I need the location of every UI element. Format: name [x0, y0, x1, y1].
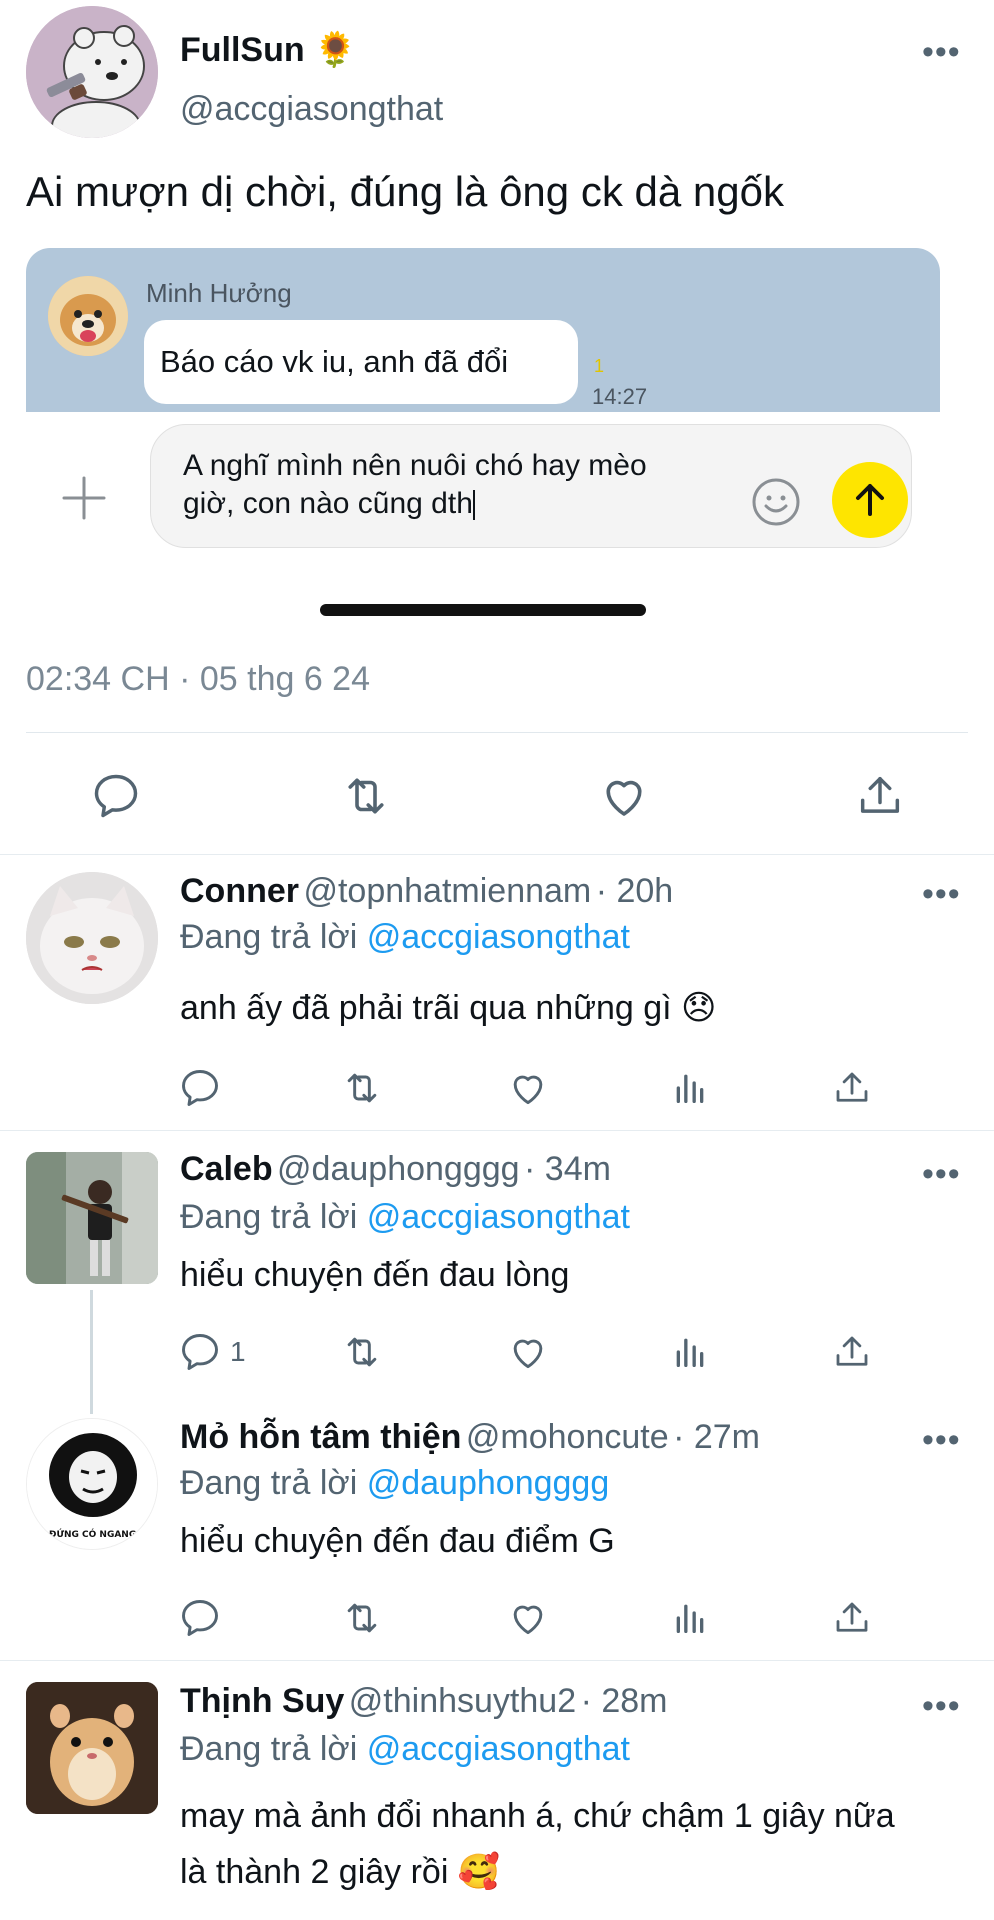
reply-text-line-2: là thành 2 giây rồi 🥰	[180, 1853, 501, 1891]
chat-message-bubble: Báo cáo vk iu, anh đã đổi	[144, 320, 578, 404]
reply-handle[interactable]: @topnhatmiennam	[303, 872, 591, 910]
reply-comment-icon[interactable]	[176, 1064, 224, 1112]
replying-to-handle[interactable]: @accgiasongthat	[367, 1730, 630, 1768]
reply-more-icon[interactable]: •••	[922, 1423, 961, 1457]
reply-text-line-1: may mà ảnh đổi nhanh á, chứ chậm 1 giây …	[180, 1797, 895, 1835]
reply-retweet-icon[interactable]	[338, 1328, 386, 1376]
replying-to-line: Đang trả lời @accgiasongthat	[180, 918, 630, 957]
reply-more-icon[interactable]: •••	[922, 877, 961, 911]
replying-to-label: Đang trả lời	[180, 1730, 358, 1768]
thread-connector-line	[90, 1290, 93, 1414]
reply-share-icon[interactable]	[828, 1064, 876, 1112]
reply-comment-icon[interactable]	[176, 1594, 224, 1642]
main-tweet-text: Ai mượn dị chời, đúng là ông ck dà ngốk	[26, 168, 784, 215]
chat-message-text: Báo cáo vk iu, anh đã đổi	[160, 344, 509, 379]
chat-message-time: 14:27	[592, 384, 648, 409]
timestamp-divider	[26, 732, 968, 733]
main-retweet-icon[interactable]	[336, 766, 396, 826]
main-tweet-display-name[interactable]: FullSun 🌻	[180, 30, 356, 70]
reply-header: Mỏ hỗn tâm thiện @mohoncute · 27m	[180, 1418, 760, 1457]
reply-header: Caleb @dauphongggg · 34m	[180, 1150, 611, 1189]
sunflower-emoji: 🌻	[314, 31, 357, 69]
display-name-text: FullSun	[180, 31, 305, 69]
reply-comment-icon[interactable]	[176, 1328, 224, 1376]
reply-text: may mà ảnh đổi nhanh á, chứ chậm 1 giây …	[180, 1788, 895, 1900]
reply-text: anh ấy đã phải trãi qua những gì 😞	[180, 989, 717, 1027]
reply-avatar-conner[interactable]	[26, 872, 158, 1004]
reply-handle[interactable]: @dauphongggg	[277, 1150, 520, 1188]
chat-sender-avatar	[48, 276, 128, 356]
replying-to-label: Đang trả lời	[180, 1198, 358, 1236]
reply-more-icon[interactable]: •••	[922, 1157, 961, 1191]
replying-to-line: Đang trả lời @accgiasongthat	[180, 1730, 630, 1769]
reply-display-name[interactable]: Mỏ hỗn tâm thiện	[180, 1418, 461, 1456]
send-arrow-button[interactable]	[832, 462, 908, 538]
main-tweet-handle[interactable]: @accgiasongthat	[180, 90, 443, 129]
main-reply-icon[interactable]	[86, 766, 146, 826]
reply-like-icon[interactable]	[504, 1064, 552, 1112]
reply-display-name[interactable]: Conner	[180, 872, 299, 910]
reply-retweet-icon[interactable]	[338, 1594, 386, 1642]
replying-to-line: Đang trả lời @accgiasongthat	[180, 1198, 630, 1237]
bear-avatar-image	[26, 6, 158, 138]
replying-to-label: Đang trả lời	[180, 1464, 358, 1502]
replying-to-line: Đang trả lời @dauphongggg	[180, 1464, 609, 1503]
reply-time[interactable]: · 34m	[524, 1150, 611, 1188]
main-tweet-timestamp[interactable]: 02:34 CH · 05 thg 6 24	[26, 660, 370, 699]
reply-display-name[interactable]: Caleb	[180, 1150, 273, 1188]
reply-share-icon[interactable]	[828, 1594, 876, 1642]
reply-divider	[0, 1660, 994, 1661]
main-tweet-avatar[interactable]	[26, 6, 158, 138]
home-indicator-bar	[320, 604, 646, 616]
reply-share-icon[interactable]	[828, 1328, 876, 1376]
main-share-icon[interactable]	[850, 766, 910, 826]
text-cursor	[472, 490, 475, 521]
reply-like-icon[interactable]	[504, 1328, 552, 1376]
chat-sender-name: Minh Hưởng	[146, 278, 292, 308]
reply-time[interactable]: · 28m	[581, 1682, 668, 1720]
chat-add-icon[interactable]	[58, 472, 110, 524]
reply-time[interactable]: · 20h	[596, 872, 674, 910]
avatar-caption: MÀY ĐỨNG CÓ NGANG NGỨ	[27, 1528, 158, 1540]
reply-handle[interactable]: @thinhsuythu2	[349, 1682, 576, 1720]
section-divider	[0, 854, 994, 855]
chat-input-line-2: giờ, con nào cũng dth	[183, 487, 473, 520]
reply-avatar-caleb[interactable]	[26, 1152, 158, 1284]
main-like-icon[interactable]	[594, 766, 654, 826]
reply-like-icon[interactable]	[504, 1594, 552, 1642]
reply-header: Thịnh Suy @thinhsuythu2 · 28m	[180, 1682, 667, 1721]
replying-to-handle[interactable]: @accgiasongthat	[367, 1198, 630, 1236]
emoji-icon[interactable]	[748, 474, 804, 530]
reply-text: hiểu chuyện đến đau lòng	[180, 1256, 570, 1294]
embedded-chat-screenshot[interactable]: Minh Hưởng Báo cáo vk iu, anh đã đổi 1 1…	[26, 248, 940, 616]
main-tweet-more-icon[interactable]: •••	[922, 35, 961, 69]
reply-more-icon[interactable]: •••	[922, 1689, 961, 1723]
chat-read-count: 1	[594, 356, 605, 376]
reply-retweet-icon[interactable]	[338, 1064, 386, 1112]
chat-input-line-1: A nghĩ mình nên nuôi chó hay mèo	[183, 449, 647, 482]
reply-display-name[interactable]: Thịnh Suy	[180, 1682, 344, 1720]
reply-text: hiểu chuyện đến đau điểm G	[180, 1522, 615, 1560]
reply-views-icon[interactable]	[666, 1064, 714, 1112]
reply-divider	[0, 1130, 994, 1131]
reply-handle[interactable]: @mohoncute	[466, 1418, 669, 1456]
replying-to-handle[interactable]: @dauphongggg	[367, 1464, 610, 1502]
reply-comment-count: 1	[230, 1336, 246, 1367]
reply-header: Conner @topnhatmiennam · 20h	[180, 872, 673, 911]
reply-views-icon[interactable]	[666, 1328, 714, 1376]
reply-views-icon[interactable]	[666, 1594, 714, 1642]
reply-avatar-thinhsuy[interactable]	[26, 1682, 158, 1814]
replying-to-handle[interactable]: @accgiasongthat	[367, 918, 630, 956]
replying-to-label: Đang trả lời	[180, 918, 358, 956]
reply-time[interactable]: · 27m	[673, 1418, 760, 1456]
reply-avatar-mohoncute[interactable]: MÀY ĐỨNG CÓ NGANG NGỨ	[26, 1418, 158, 1550]
